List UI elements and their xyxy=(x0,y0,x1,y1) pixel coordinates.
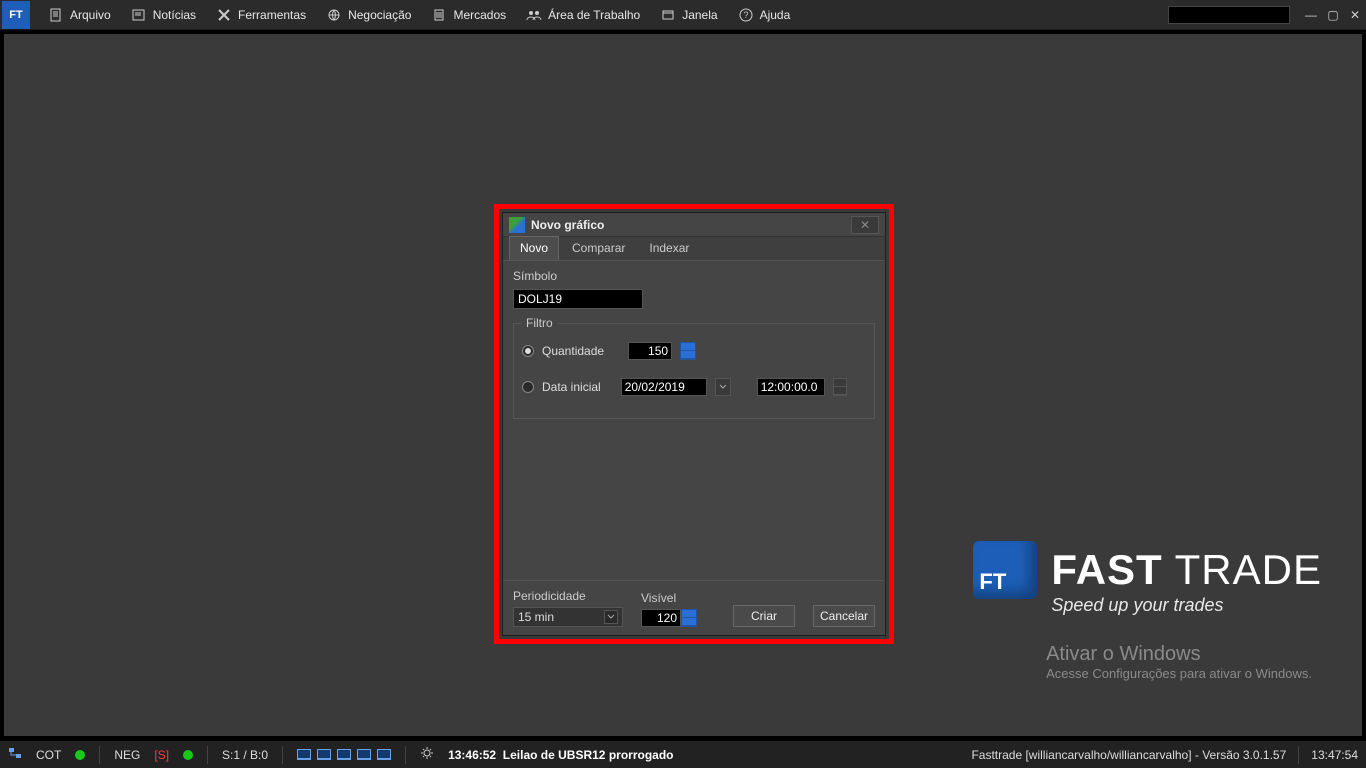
brand-watermark: FT FAST TRADE Speed up your trades xyxy=(973,541,1322,616)
help-icon: ? xyxy=(738,7,754,23)
dialog-tabs: Novo Comparar Indexar xyxy=(503,237,885,261)
window-icon xyxy=(660,7,676,23)
status-message: 13:46:52 Leilao de UBSR12 prorrogado xyxy=(448,748,673,762)
close-button[interactable]: ✕ xyxy=(1344,4,1366,26)
neg-s: [S] xyxy=(154,748,169,762)
visivel-label: Visível xyxy=(641,591,697,605)
sb-count: S:1 / B:0 xyxy=(222,748,268,762)
cancelar-button[interactable]: Cancelar xyxy=(813,605,875,627)
menu-noticias[interactable]: Notícias xyxy=(121,0,206,30)
filtro-legend: Filtro xyxy=(522,316,557,330)
menu-label: Mercados xyxy=(453,8,506,22)
novo-grafico-dialog: Novo gráfico ✕ Novo Comparar Indexar Sím… xyxy=(502,212,886,636)
news-icon xyxy=(131,7,147,23)
menu-label: Ferramentas xyxy=(238,8,306,22)
menubar: FT Arquivo Notícias Ferramentas Negociaç… xyxy=(0,0,1366,30)
date-dropdown-button[interactable] xyxy=(715,378,731,396)
maximize-button[interactable]: ▢ xyxy=(1322,4,1344,26)
menu-ajuda[interactable]: ? Ajuda xyxy=(728,0,801,30)
status-text: Leilao de UBSR12 prorrogado xyxy=(503,748,674,762)
periodicidade-select[interactable]: 15 min xyxy=(513,607,623,627)
datainicial-label: Data inicial xyxy=(542,380,601,394)
monitor-icon xyxy=(297,749,311,760)
app-logo: FT xyxy=(2,1,30,29)
neg-led xyxy=(183,750,193,760)
dialog-body: Símbolo Filtro Quantidade Data inicial xyxy=(503,261,885,580)
radio-quantidade[interactable] xyxy=(522,345,534,357)
building-icon xyxy=(431,7,447,23)
menu-ferramentas[interactable]: Ferramentas xyxy=(206,0,316,30)
status-right: Fasttrade [williancarvalho/williancarval… xyxy=(971,748,1286,762)
monitor-icon xyxy=(357,749,371,760)
menu-label: Área de Trabalho xyxy=(548,8,640,22)
users-icon xyxy=(526,7,542,23)
simbolo-input[interactable] xyxy=(513,289,643,309)
workspace: FT FAST TRADE Speed up your trades Ativa… xyxy=(0,30,1366,740)
menu-label: Notícias xyxy=(153,8,196,22)
minimize-button[interactable]: — xyxy=(1300,4,1322,26)
tools-icon xyxy=(216,7,232,23)
cot-label: COT xyxy=(36,748,61,762)
visivel-spinner[interactable] xyxy=(681,609,697,627)
menu-areadetrabalho[interactable]: Área de Trabalho xyxy=(516,0,650,30)
dialog-footer: Periodicidade 15 min Visível xyxy=(503,580,885,635)
chevron-down-icon xyxy=(604,610,618,624)
periodicidade-label: Periodicidade xyxy=(513,589,623,603)
neg-label: NEG xyxy=(114,748,140,762)
menu-label: Janela xyxy=(682,8,717,22)
quantidade-input[interactable] xyxy=(628,342,672,360)
brand-cube: FT xyxy=(973,541,1037,599)
dialog-highlight-frame: Novo gráfico ✕ Novo Comparar Indexar Sím… xyxy=(494,204,894,644)
svg-text:?: ? xyxy=(743,10,748,20)
monitor-icons xyxy=(297,749,391,760)
timeinicial-input[interactable] xyxy=(757,378,825,396)
quantidade-spinner[interactable] xyxy=(680,342,696,360)
status-time: 13:46:52 xyxy=(448,748,496,762)
brand-slogan: Speed up your trades xyxy=(1051,595,1322,616)
datainicial-input[interactable] xyxy=(621,378,707,396)
menu-janela[interactable]: Janela xyxy=(650,0,727,30)
time-spinner[interactable] xyxy=(833,378,847,396)
globe-icon xyxy=(326,7,342,23)
periodicidade-value: 15 min xyxy=(518,610,554,624)
menu-negociacao[interactable]: Negociação xyxy=(316,0,421,30)
criar-button[interactable]: Criar xyxy=(733,605,795,627)
document-icon xyxy=(48,7,64,23)
monitor-icon xyxy=(317,749,331,760)
menu-arquivo[interactable]: Arquivo xyxy=(38,0,121,30)
monitor-icon xyxy=(337,749,351,760)
activate-sub: Acesse Configurações para ativar o Windo… xyxy=(1046,666,1312,681)
menu-mercados[interactable]: Mercados xyxy=(421,0,516,30)
menu-label: Negociação xyxy=(348,8,411,22)
activate-title: Ativar o Windows xyxy=(1046,643,1312,666)
filtro-fieldset: Filtro Quantidade Data inicial xyxy=(513,323,875,419)
status-clock: 13:47:54 xyxy=(1311,748,1358,762)
tab-indexar[interactable]: Indexar xyxy=(638,236,700,260)
gear-icon[interactable] xyxy=(420,746,434,763)
cot-led xyxy=(75,750,85,760)
simbolo-label: Símbolo xyxy=(513,269,875,283)
visivel-input[interactable] xyxy=(641,609,681,627)
monitor-icon xyxy=(377,749,391,760)
brand-bold: FAST xyxy=(1051,546,1162,593)
tab-novo[interactable]: Novo xyxy=(509,236,559,260)
radio-datainicial[interactable] xyxy=(522,381,534,393)
network-icons xyxy=(8,747,22,762)
windows-activate-watermark: Ativar o Windows Acesse Configurações pa… xyxy=(1046,643,1312,681)
dialog-title: Novo gráfico xyxy=(531,218,851,232)
statusbar: COT NEG [S] S:1 / B:0 13:46:52 Leilao de… xyxy=(0,740,1366,768)
tab-comparar[interactable]: Comparar xyxy=(561,236,636,260)
quantidade-label: Quantidade xyxy=(542,344,604,358)
dialog-titlebar: Novo gráfico ✕ xyxy=(503,213,885,237)
menu-label: Arquivo xyxy=(70,8,111,22)
brand-light: TRADE xyxy=(1175,546,1322,593)
menu-label: Ajuda xyxy=(760,8,791,22)
dialog-close-button[interactable]: ✕ xyxy=(851,216,879,234)
search-input[interactable] xyxy=(1168,6,1290,24)
chart-icon xyxy=(509,217,525,233)
